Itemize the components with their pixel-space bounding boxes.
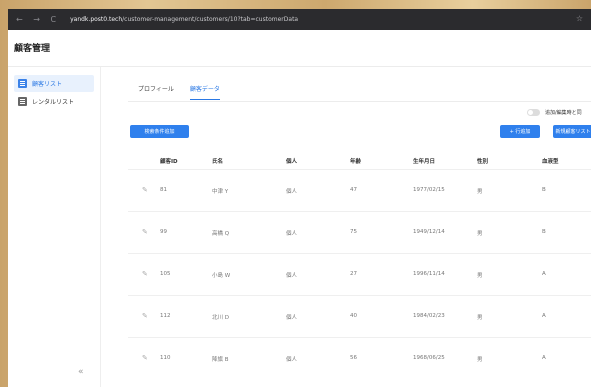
table-cell: A	[542, 313, 546, 319]
tab-customer-data[interactable]: 顧客データ	[189, 84, 220, 100]
table-cell: 27	[350, 271, 357, 277]
table-cell: 99	[160, 229, 167, 235]
page-title: 顧客管理	[14, 44, 51, 54]
bookmark-star-icon[interactable]: ☆	[576, 14, 583, 23]
list-icon	[18, 79, 27, 88]
table-cell: 男	[477, 357, 483, 363]
column-header[interactable]: 個人	[286, 157, 297, 165]
table-cell: 個人	[286, 231, 298, 237]
table-cell: 個人	[286, 357, 298, 363]
sidebar-item-customer-list[interactable]: 顧客リスト	[14, 75, 94, 92]
add-row-button[interactable]: + 行追加	[500, 125, 540, 138]
edit-pencil-icon[interactable]: ✎	[142, 186, 148, 194]
table-cell: 1949/12/14	[413, 229, 445, 235]
table-row[interactable]: ✎ 99 高橋 Q 個人 75 1949/12/14 男 B	[128, 211, 591, 254]
url-path: /customer-management/customers/10?tab=cu…	[122, 16, 299, 23]
column-header[interactable]: 氏名	[212, 157, 223, 165]
column-header[interactable]: 顧客ID	[160, 157, 178, 165]
browser-toolbar: ← → C yandk.post0.tech/customer-manageme…	[8, 9, 591, 30]
toggle-label: 追加/編集時と同	[545, 110, 582, 116]
table-cell: 105	[160, 271, 171, 277]
edit-pencil-icon[interactable]: ✎	[142, 228, 148, 236]
table-cell: B	[542, 229, 546, 235]
table-cell: A	[542, 271, 546, 277]
table-cell: 男	[477, 273, 483, 279]
table-row[interactable]: ✎ 112 北川 D 個人 40 1984/02/23 男 A	[128, 295, 591, 338]
table-row[interactable]: ✎ 110 降旗 B 個人 56 1968/06/25 男 A	[128, 337, 591, 380]
column-header[interactable]: 性別	[477, 157, 488, 165]
url-host: yandk.post0.tech	[70, 16, 123, 23]
address-bar[interactable]: yandk.post0.tech/customer-management/cus…	[70, 16, 298, 23]
table-cell: 1968/06/25	[413, 355, 445, 361]
table-cell: 中津 Y	[212, 189, 229, 195]
table-cell: 75	[350, 229, 357, 235]
table-cell: 小島 W	[212, 273, 231, 279]
list-icon	[18, 97, 27, 106]
edit-pencil-icon[interactable]: ✎	[142, 354, 148, 362]
table-cell: B	[542, 187, 546, 193]
table-cell: 1996/11/14	[413, 271, 445, 277]
column-header[interactable]: 血液型	[542, 157, 559, 165]
column-header[interactable]: 年齢	[350, 157, 361, 165]
table-cell: 112	[160, 313, 171, 319]
tab-bar: プロフィール 顧客データ	[138, 84, 236, 100]
table-cell: 個人	[286, 273, 298, 279]
forward-icon[interactable]: →	[33, 15, 40, 24]
edit-pencil-icon[interactable]: ✎	[142, 312, 148, 320]
table-cell: 47	[350, 187, 357, 193]
table-cell: 男	[477, 315, 483, 321]
sidebar-item-label: 顧客リスト	[32, 81, 63, 88]
table-cell: 110	[160, 355, 171, 361]
back-icon[interactable]: ←	[16, 15, 23, 24]
table-cell: 40	[350, 313, 357, 319]
table-cell: 降旗 B	[212, 357, 229, 363]
table-cell: 56	[350, 355, 357, 361]
table-cell: A	[542, 355, 546, 361]
main-content: プロフィール 顧客データ 追加/編集時と同 検索条件追加 + 行追加 新規顧客リ…	[100, 67, 591, 387]
app-header: 顧客管理	[8, 30, 591, 67]
tab-divider	[128, 101, 591, 102]
sidebar: 顧客リスト レンタルリスト «	[8, 67, 101, 387]
table-cell: 個人	[286, 189, 298, 195]
table-cell: 1984/02/23	[413, 313, 445, 319]
table-row[interactable]: ✎ 81 中津 Y 個人 47 1977/02/15 男 B	[128, 169, 591, 212]
table-header: 顧客ID 氏名 個人 年齢 生年月日 性別 血液型	[128, 155, 591, 169]
sidebar-item-label: レンタルリスト	[32, 99, 75, 106]
reload-icon[interactable]: C	[51, 15, 57, 24]
new-customer-list-button[interactable]: 新規顧客リスト	[553, 125, 591, 138]
edit-pencil-icon[interactable]: ✎	[142, 270, 148, 278]
column-header[interactable]: 生年月日	[413, 157, 435, 165]
add-search-condition-button[interactable]: 検索条件追加	[130, 125, 189, 138]
table-cell: 81	[160, 187, 167, 193]
table-cell: 高橋 Q	[212, 231, 230, 237]
table-cell: 男	[477, 189, 483, 195]
table-cell: 男	[477, 231, 483, 237]
table-cell: 北川 D	[212, 315, 229, 321]
collapse-sidebar-icon[interactable]: «	[78, 367, 84, 377]
same-as-edit-toggle[interactable]	[527, 109, 540, 116]
browser-window: ← → C yandk.post0.tech/customer-manageme…	[8, 9, 591, 387]
tab-profile[interactable]: プロフィール	[138, 84, 174, 100]
table-cell: 1977/02/15	[413, 187, 445, 193]
table-cell: 個人	[286, 315, 298, 321]
sidebar-item-rental-list[interactable]: レンタルリスト	[14, 93, 94, 110]
nav-buttons: ← → C	[16, 15, 64, 24]
table-row[interactable]: ✎ 105 小島 W 個人 27 1996/11/14 男 A	[128, 253, 591, 296]
